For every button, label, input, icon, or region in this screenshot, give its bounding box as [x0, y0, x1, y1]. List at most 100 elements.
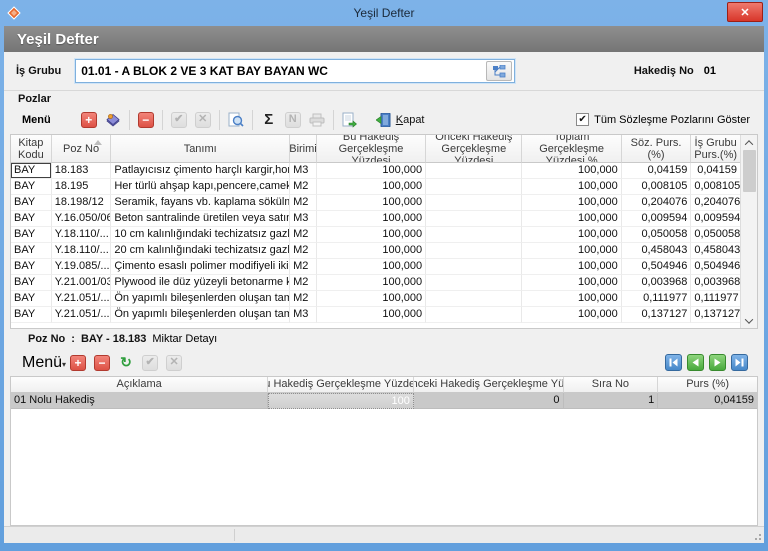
preview-button[interactable]	[225, 109, 247, 131]
table-cell[interactable]: Y.18.110/...	[52, 243, 112, 259]
column-header[interactable]: Önceki Hakediş Gerçekleşme Yüzdesi	[426, 135, 522, 163]
table-cell[interactable]	[426, 259, 522, 275]
nav-previous-button[interactable]	[687, 354, 704, 371]
table-cell[interactable]: 100,000	[317, 291, 426, 307]
scrollbar-thumb[interactable]	[743, 150, 756, 192]
column-header[interactable]: Tanımı	[111, 135, 290, 163]
detail-menu-button[interactable]: Menü▾	[22, 354, 66, 372]
table-cell[interactable]: M2	[290, 195, 317, 211]
table-cell[interactable]: 100,000	[522, 307, 621, 323]
table-cell[interactable]: 100,000	[317, 307, 426, 323]
table-row[interactable]: BAYY.21.051/...Ön yapımlı bileşenlerden …	[11, 307, 740, 323]
table-cell[interactable]	[426, 227, 522, 243]
table-cell[interactable]: 100,000	[317, 163, 426, 179]
table-cell[interactable]: Plywood ile düz yüzeyli betonarme kalıbı…	[111, 275, 290, 291]
table-cell[interactable]: M2	[290, 259, 317, 275]
table-cell[interactable]: M2	[290, 291, 317, 307]
table-cell[interactable]: 0,111977	[691, 291, 740, 307]
table-cell[interactable]: 100,000	[522, 211, 621, 227]
table-cell[interactable]: BAY	[11, 259, 52, 275]
nav-last-button[interactable]	[731, 354, 748, 371]
document-n-button[interactable]: N	[282, 109, 304, 131]
detail-confirm-button[interactable]: ✔	[139, 352, 161, 374]
table-cell[interactable]: 01 Nolu Hakediş	[11, 393, 268, 409]
column-header[interactable]: Birimi	[290, 135, 317, 163]
table-cell[interactable]: 100,000	[317, 243, 426, 259]
table-cell[interactable]: 0,050058	[622, 227, 692, 243]
table-cell[interactable]: BAY	[11, 227, 52, 243]
scroll-down-button[interactable]	[741, 313, 758, 328]
column-header[interactable]: Toplam Gerçekleşme Yüzdesi %	[522, 135, 621, 163]
table-cell[interactable]: BAY	[11, 163, 52, 179]
table-cell[interactable]: BAY	[11, 195, 52, 211]
table-row[interactable]: BAYY.21.051/...Ön yapımlı bileşenlerden …	[11, 291, 740, 307]
detail-delete-button[interactable]: −	[91, 352, 113, 374]
table-cell[interactable]: 18.198/12	[52, 195, 112, 211]
table-cell[interactable]: 0,204076	[622, 195, 692, 211]
table-cell[interactable]: M2	[290, 179, 317, 195]
table-row[interactable]: BAYY.19.085/...Çimento esaslı polimer mo…	[11, 259, 740, 275]
delete-row-button[interactable]: −	[135, 109, 157, 131]
table-cell[interactable]: 0,204076	[691, 195, 740, 211]
table-cell[interactable]: 0,458043	[691, 243, 740, 259]
table-cell[interactable]: Y.21.051/...	[52, 291, 112, 307]
table-cell[interactable]: 20 cm kalınlığındaki techizatsız gazbeto…	[111, 243, 290, 259]
table-cell[interactable]: Patlayıcısız çimento harçlı kargir,horas…	[111, 163, 290, 179]
column-header[interactable]: Bu Hakediş Gerçekleşme Yüzde...	[268, 377, 414, 393]
table-cell[interactable]: BAY	[11, 307, 52, 323]
table-cell[interactable]: 100	[268, 393, 414, 409]
table-cell[interactable]: Ön yapımlı bileşenlerden oluşan tam gü..…	[111, 291, 290, 307]
table-cell[interactable]: Çimento esaslı polimer modifiyeli iki bi…	[111, 259, 290, 275]
table-cell[interactable]	[426, 307, 522, 323]
table-cell[interactable]	[426, 243, 522, 259]
column-header[interactable]: Poz No	[52, 135, 112, 163]
table-cell[interactable]: 100,000	[317, 179, 426, 195]
menu-button[interactable]: Menü	[22, 114, 51, 126]
detail-add-button[interactable]: +	[67, 352, 89, 374]
table-cell[interactable]	[426, 163, 522, 179]
titlebar[interactable]: Yeşil Defter ✕	[0, 0, 768, 26]
table-cell[interactable]: M3	[290, 307, 317, 323]
table-cell[interactable]: 100,000	[317, 211, 426, 227]
confirm-button[interactable]: ✔	[168, 109, 190, 131]
table-cell[interactable]	[426, 179, 522, 195]
table-cell[interactable]: 0,009594	[622, 211, 692, 227]
table-cell[interactable]: BAY	[11, 243, 52, 259]
table-cell[interactable]: 100,000	[317, 275, 426, 291]
table-row[interactable]: 01 Nolu Hakediş100010,04159	[11, 393, 757, 409]
detail-refresh-button[interactable]: ↻	[115, 352, 137, 374]
is-grubu-input[interactable]	[76, 64, 486, 78]
table-cell[interactable]: 18.195	[52, 179, 112, 195]
table-row[interactable]: BAY18.198/12Seramik, fayans vb. kaplama …	[11, 195, 740, 211]
detail-cancel-button[interactable]: ✕	[163, 352, 185, 374]
table-cell[interactable]: 0,04159	[622, 163, 692, 179]
sum-button[interactable]: Σ	[258, 109, 280, 131]
table-cell[interactable]: 100,000	[522, 227, 621, 243]
table-row[interactable]: BAYY.21.001/03Plywood ile düz yüzeyli be…	[11, 275, 740, 291]
table-cell[interactable]: Ön yapımlı bileşenlerden oluşan tam gü..…	[111, 307, 290, 323]
table-cell[interactable]: Her türlü ahşap kapı,pencere,camekan ...	[111, 179, 290, 195]
resize-grip-icon[interactable]	[752, 531, 762, 541]
cancel-button[interactable]: ✕	[192, 109, 214, 131]
table-cell[interactable]: 0,04159	[691, 163, 740, 179]
table-row[interactable]: BAYY.18.110/...10 cm kalınlığındaki tech…	[11, 227, 740, 243]
table-cell[interactable]: 0,008105	[691, 179, 740, 195]
column-header[interactable]: Önceki Hakediş Gerçekleşme Yü...	[414, 377, 564, 393]
table-cell[interactable]: BAY	[11, 179, 52, 195]
nav-first-button[interactable]	[665, 354, 682, 371]
table-cell[interactable]: 0,504946	[691, 259, 740, 275]
column-header[interactable]: İş Grubu Purs.(%)	[691, 135, 740, 163]
tree-picker-button[interactable]	[486, 61, 512, 81]
table-cell[interactable]: 0,111977	[622, 291, 692, 307]
column-header[interactable]: Söz. Purs.(%)	[622, 135, 692, 163]
table-cell[interactable]: M2	[290, 227, 317, 243]
table-cell[interactable]: Y.19.085/...	[52, 259, 112, 275]
column-header[interactable]: Sıra No	[564, 377, 659, 393]
table-row[interactable]: BAYY.18.110/...20 cm kalınlığındaki tech…	[11, 243, 740, 259]
close-button[interactable]: ✕	[727, 2, 763, 22]
table-cell[interactable]: M2	[290, 275, 317, 291]
table-cell[interactable]: 0,137127	[691, 307, 740, 323]
checkbox-checked-icon[interactable]: ✔	[576, 113, 589, 126]
column-header[interactable]: Kitap Kodu	[11, 135, 52, 163]
vertical-scrollbar[interactable]	[740, 135, 757, 328]
